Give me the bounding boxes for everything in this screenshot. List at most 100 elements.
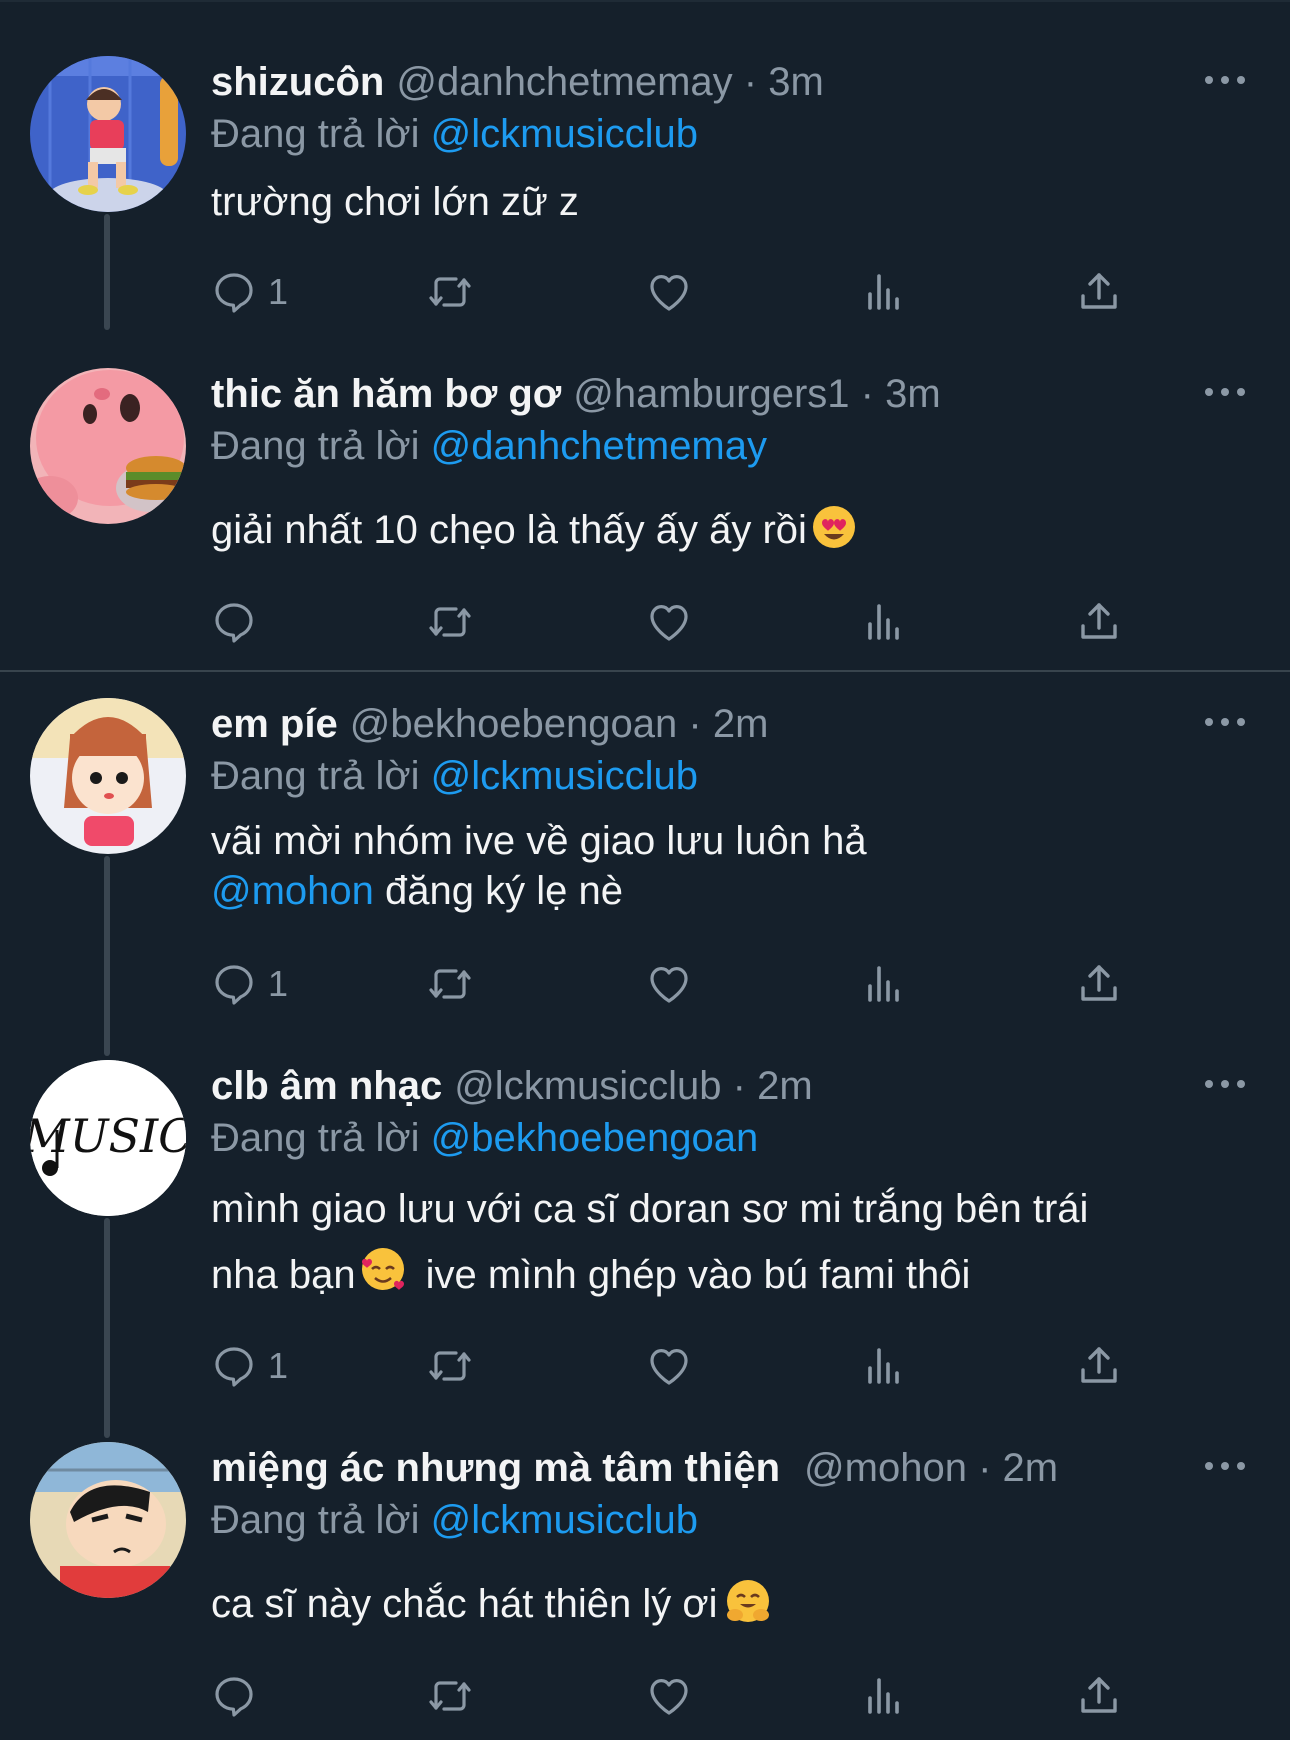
reply-button[interactable]: 1 [210, 262, 288, 322]
views-button[interactable] [860, 1666, 908, 1726]
handle[interactable]: @hamburgers1 [573, 372, 849, 416]
display-name[interactable]: miệng ác nhưng mà tâm thiện [211, 1446, 780, 1490]
reply-button[interactable]: 1 [210, 1336, 288, 1396]
top-border [0, 0, 1290, 2]
separator: · [688, 702, 702, 746]
retweet-icon [426, 598, 474, 646]
retweet-button[interactable] [426, 1336, 474, 1396]
share-icon [1075, 268, 1123, 316]
replying-link[interactable]: @bekhoebengoan [431, 1116, 759, 1160]
timestamp[interactable]: 2m [713, 702, 769, 746]
display-name[interactable]: em píe [211, 702, 338, 746]
separator: · [743, 60, 758, 104]
retweet-button[interactable] [426, 592, 474, 652]
more-icon[interactable] [1205, 1072, 1253, 1096]
like-icon [645, 268, 693, 316]
retweet-button[interactable] [426, 954, 474, 1014]
share-icon [1075, 1342, 1123, 1390]
replying-link[interactable]: @lckmusicclub [431, 112, 698, 156]
replying-label: Đang trả lời [211, 1498, 420, 1542]
reply-count: 1 [268, 1345, 289, 1386]
views-icon [860, 268, 908, 316]
avatar-em-pie[interactable] [30, 698, 186, 854]
share-button[interactable] [1075, 592, 1123, 652]
handle[interactable]: @danhchetmemay [396, 60, 732, 104]
separator: · [978, 1446, 992, 1490]
retweet-button[interactable] [426, 262, 474, 322]
thread-line [104, 1218, 110, 1438]
views-icon [860, 960, 908, 1008]
share-button[interactable] [1075, 262, 1123, 322]
more-icon[interactable] [1205, 710, 1253, 734]
reply-button[interactable] [210, 592, 268, 652]
like-button[interactable] [645, 592, 693, 652]
retweet-icon [426, 1672, 474, 1720]
avatar-logo-text: MUSIC [30, 1109, 186, 1163]
like-button[interactable] [645, 1666, 693, 1726]
reply-icon [210, 1672, 258, 1720]
share-button[interactable] [1075, 954, 1123, 1014]
handle[interactable]: @mohon [804, 1446, 967, 1490]
reply-count: 1 [268, 271, 289, 312]
avatar-shizucon[interactable] [30, 56, 186, 212]
like-icon [645, 598, 693, 646]
mention-link[interactable]: @mohon [211, 869, 374, 913]
reply-icon [210, 598, 258, 646]
replying-to: Đang trả lời @lckmusicclub [211, 108, 698, 160]
handle[interactable]: @lckmusicclub [454, 1064, 721, 1108]
avatar-mieng-ac-nhung-ma-tam-thien[interactable] [30, 1442, 186, 1598]
timestamp[interactable]: 3m [768, 60, 824, 104]
replying-link[interactable]: @lckmusicclub [431, 1498, 698, 1542]
like-button[interactable] [645, 1336, 693, 1396]
views-icon [860, 1342, 908, 1390]
timestamp[interactable]: 3m [885, 372, 941, 416]
replying-label: Đang trả lời [211, 754, 420, 798]
tweet-text-line: mình giao lưu với ca sĩ doran sơ mi trắn… [211, 1187, 1089, 1231]
reply-button[interactable]: 1 [210, 954, 288, 1014]
share-icon [1075, 960, 1123, 1008]
replying-to: Đang trả lời @lckmusicclub [211, 1494, 698, 1546]
display-name[interactable]: thic ăn hăm bơ gơ [211, 372, 561, 416]
handle[interactable]: @bekhoebengoan [350, 702, 678, 746]
more-icon[interactable] [1205, 380, 1253, 404]
replying-link[interactable]: @danhchetmemay [431, 424, 767, 468]
avatar-thic-an-ham-bo-go[interactable] [30, 368, 186, 524]
replying-label: Đang trả lời [211, 112, 420, 156]
reply-icon [210, 960, 258, 1008]
views-icon [860, 1672, 908, 1720]
reply-button[interactable] [210, 1666, 268, 1726]
timestamp[interactable]: 2m [757, 1064, 813, 1108]
action-bar [0, 1666, 1290, 1726]
display-name[interactable]: clb âm nhạc [211, 1064, 442, 1108]
more-icon[interactable] [1205, 1454, 1253, 1478]
more-icon[interactable] [1205, 68, 1253, 92]
share-icon [1075, 598, 1123, 646]
retweet-icon [426, 268, 474, 316]
views-button[interactable] [860, 592, 908, 652]
separator: · [860, 372, 874, 416]
divider [0, 670, 1290, 672]
like-button[interactable] [645, 954, 693, 1014]
views-button[interactable] [860, 262, 908, 322]
tweet-text-content: ca sĩ này chắc hát thiên lý ơi [211, 1582, 718, 1626]
display-name[interactable]: shizucôn [211, 60, 384, 104]
views-button[interactable] [860, 1336, 908, 1396]
tweet-text-line: vãi mời nhóm ive về giao lưu luôn hả [211, 819, 867, 863]
share-icon [1075, 1672, 1123, 1720]
replying-to: Đang trả lời @danhchetmemay [211, 420, 767, 472]
replying-link[interactable]: @lckmusicclub [431, 754, 698, 798]
tweet-text-line: đăng ký lẹ nè [385, 869, 623, 913]
tweet-text: giải nhất 10 chẹo là thấy ấy ấy rồi [211, 500, 1211, 560]
replying-to: Đang trả lời @lckmusicclub [211, 750, 698, 802]
tweet-text-content: giải nhất 10 chẹo là thấy ấy ấy rồi [211, 508, 807, 552]
avatar-clb-am-nhac[interactable]: MUSIC [30, 1060, 186, 1216]
like-button[interactable] [645, 262, 693, 322]
share-button[interactable] [1075, 1666, 1123, 1726]
share-button[interactable] [1075, 1336, 1123, 1396]
retweet-button[interactable] [426, 1666, 474, 1726]
retweet-icon [426, 1342, 474, 1390]
views-button[interactable] [860, 954, 908, 1014]
views-icon [860, 598, 908, 646]
replying-label: Đang trả lời [211, 1116, 420, 1160]
timestamp[interactable]: 2m [1003, 1446, 1059, 1490]
